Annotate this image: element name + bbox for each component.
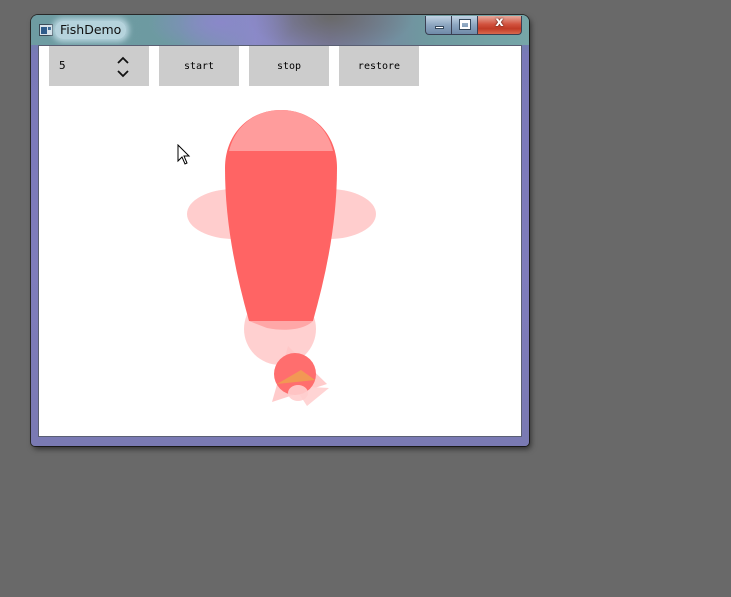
- tail-highlight: [288, 385, 308, 401]
- desktop: FishDemo x 5 start stop restore: [0, 0, 731, 597]
- spin-arrows[interactable]: [116, 56, 130, 78]
- count-spinbox[interactable]: 5: [49, 46, 149, 86]
- fishdemo-window: FishDemo x 5 start stop restore: [31, 15, 529, 446]
- close-icon: x: [495, 15, 504, 30]
- start-button[interactable]: start: [159, 46, 239, 86]
- minimize-button[interactable]: [425, 16, 452, 35]
- client-area: 5 start stop restore: [38, 45, 522, 437]
- app-window-icon[interactable]: [39, 24, 53, 36]
- fish-canvas: [187, 110, 376, 406]
- window-title: FishDemo: [55, 21, 127, 39]
- spin-down-icon: [117, 70, 129, 78]
- caption-buttons: x: [425, 15, 522, 36]
- fish-head: [229, 110, 333, 151]
- spinbox-value[interactable]: 5: [59, 59, 66, 72]
- title-bar[interactable]: FishDemo x: [31, 15, 529, 45]
- spin-up-icon: [117, 56, 129, 64]
- stop-button[interactable]: stop: [249, 46, 329, 86]
- mouse-cursor-icon: [177, 144, 191, 165]
- restore-button[interactable]: restore: [339, 46, 419, 86]
- close-button[interactable]: x: [478, 15, 522, 35]
- maximize-button[interactable]: [452, 16, 478, 35]
